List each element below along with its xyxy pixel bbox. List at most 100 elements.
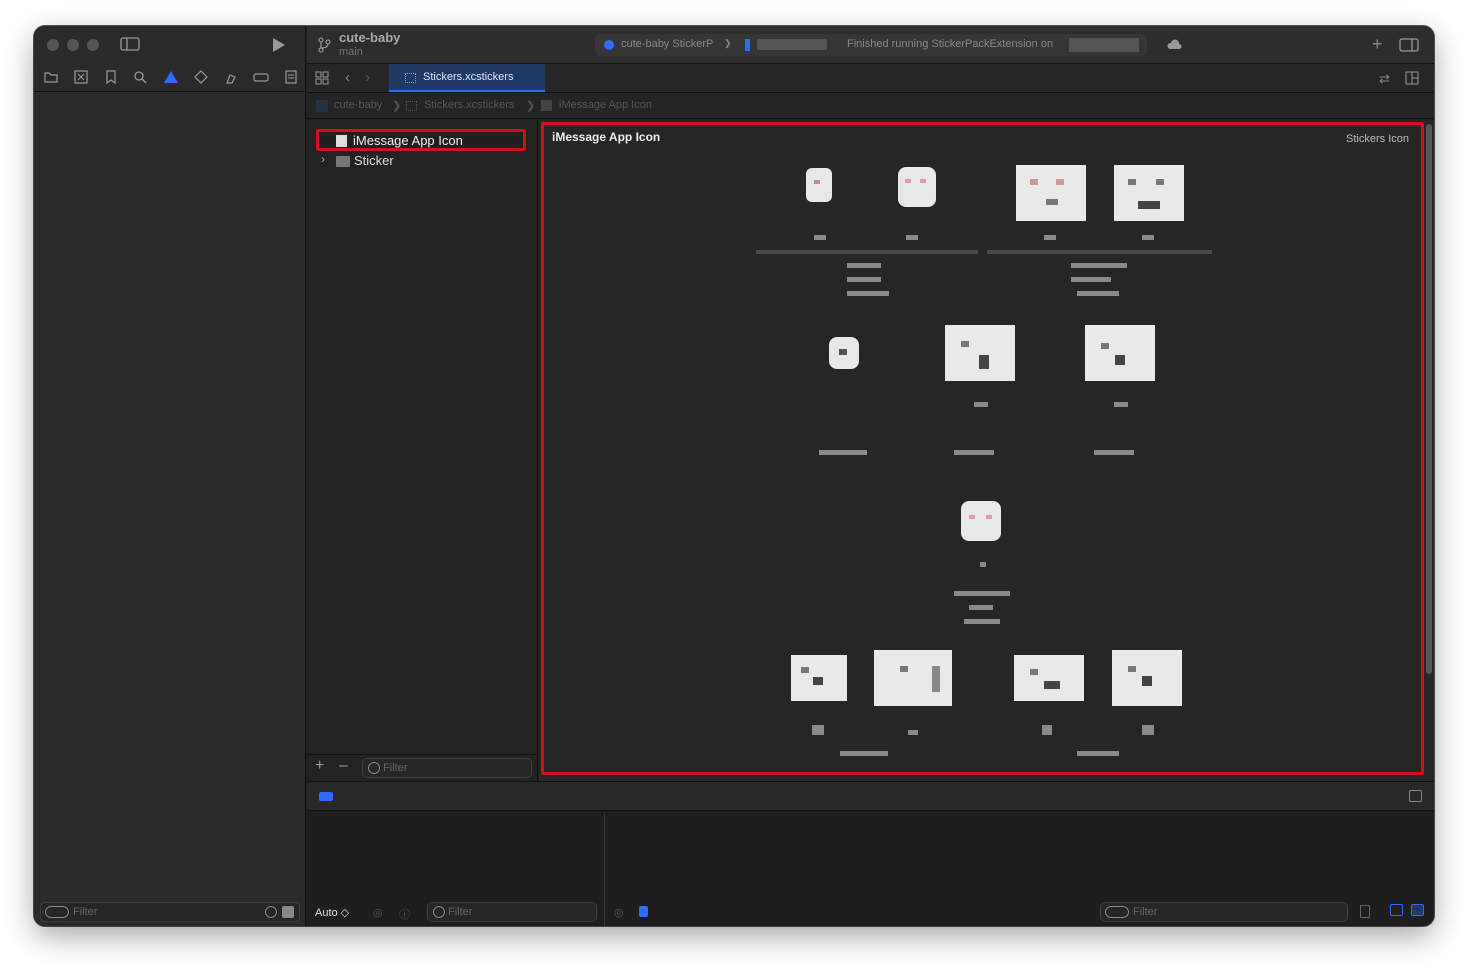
editor-scrollbar[interactable] (1426, 124, 1432, 674)
icon-slot[interactable] (1014, 655, 1084, 701)
outline-item-sticker[interactable]: › Sticker (319, 152, 529, 172)
recent-files-icon[interactable] (265, 906, 277, 918)
hide-debug-area-icon[interactable] (1409, 790, 1422, 802)
scheme-label[interactable]: cute-baby StickerP (621, 38, 713, 50)
variables-filter[interactable]: Filter (427, 902, 597, 922)
variables-view: Auto ◇ ◎ ⓘ Filter (307, 812, 605, 926)
disclosure-chevron-icon[interactable]: › (321, 152, 325, 166)
icon-slot[interactable] (892, 155, 942, 220)
info-icon[interactable]: ⓘ (399, 906, 410, 922)
project-icon (316, 100, 328, 112)
breakpoint-icon[interactable] (253, 70, 269, 87)
outline-footer: + – Filter (307, 754, 538, 781)
asset-catalog-icon (405, 73, 416, 83)
trash-icon[interactable] (1360, 905, 1370, 918)
image-set-title: iMessage App Icon (552, 130, 661, 144)
breadcrumb-catalog[interactable]: Stickers.xcstickers (424, 99, 514, 111)
icon-slot[interactable] (1114, 165, 1184, 221)
sidebar-toggle-icon[interactable] (120, 36, 140, 55)
app-icon-image-icon (336, 135, 347, 147)
icon-slot[interactable] (945, 325, 1015, 381)
minimize-window-button[interactable] (67, 39, 79, 51)
status-cloud-icon (1167, 38, 1183, 56)
activity-viewer[interactable]: cute-baby StickerP ❯ Finished running St… (595, 34, 1147, 56)
outline-item-imessage-app-icon[interactable]: iMessage App Icon (316, 129, 526, 151)
window-toolbar: cute-baby main cute-baby StickerP ❯ Fini… (307, 26, 1434, 64)
icon-slot[interactable] (799, 160, 839, 220)
filter-menu-icon[interactable] (1105, 906, 1129, 918)
variables-scope-selector[interactable]: Auto ◇ (315, 906, 349, 919)
device-icon (745, 39, 750, 51)
outline-filter[interactable]: Filter (362, 758, 532, 778)
breadcrumb: cute-baby ❯ Stickers.xcstickers ❯ iMessa… (307, 93, 1434, 119)
add-icon[interactable]: + (1372, 34, 1383, 55)
forward-chevron-icon[interactable]: › (365, 69, 370, 86)
device-name-redacted (757, 39, 827, 50)
breadcrumb-project[interactable]: cute-baby (334, 99, 382, 111)
breadcrumb-separator: ❯ (392, 100, 402, 112)
console-view: ◎ Filter (606, 812, 1434, 926)
console-eye-icon[interactable]: ◎ (614, 906, 624, 919)
icon-slot[interactable] (874, 650, 952, 706)
search-icon[interactable] (133, 70, 149, 87)
debug-area: Auto ◇ ◎ ⓘ Filter ◎ Filter (307, 812, 1434, 926)
icon-slot[interactable] (791, 655, 847, 701)
console-output-icon[interactable] (639, 906, 648, 917)
filter-icon (368, 762, 380, 774)
scheme-separator: ❯ (724, 38, 732, 48)
catalog-icon (406, 101, 417, 111)
outline-item-label: iMessage App Icon (353, 133, 463, 148)
asset-outline: iMessage App Icon › Sticker + – Filter (307, 120, 538, 781)
target-name-redacted (1069, 38, 1139, 52)
icon-slot[interactable] (1016, 165, 1086, 221)
branch-icon (317, 37, 331, 58)
grid-icon[interactable] (315, 71, 329, 90)
run-icon[interactable] (272, 37, 286, 58)
asset-canvas[interactable]: iMessage App Icon Stickers Icon (541, 122, 1424, 775)
console-filter[interactable]: Filter (1100, 902, 1348, 922)
filter-icon (433, 906, 445, 918)
show-variables-icon[interactable] (1390, 904, 1403, 916)
breakpoints-toggle-icon[interactable] (319, 792, 333, 801)
inspector-toggle-icon[interactable] (1399, 37, 1419, 58)
xcode-window: Filter cute-baby main cute-baby StickerP… (34, 26, 1434, 926)
debug-bar (307, 781, 1434, 811)
icon-slot[interactable] (824, 325, 864, 385)
report-icon[interactable] (283, 70, 299, 87)
folder-icon[interactable] (43, 70, 59, 87)
test-diamond-icon[interactable] (193, 70, 209, 87)
back-chevron-icon[interactable]: ‹ (345, 69, 350, 86)
branch-name: main (339, 46, 363, 58)
editor-tab-bar: ‹ › Stickers.xcstickers ⇄ (307, 64, 1434, 93)
tab-stickers-xcstickers[interactable]: Stickers.xcstickers (389, 64, 545, 92)
image-set-type: Stickers Icon (1346, 133, 1409, 145)
add-asset-icon[interactable]: + (315, 757, 324, 775)
folder-icon (336, 156, 350, 167)
outline-item-label: Sticker (354, 153, 394, 168)
filter-options-icon[interactable] (282, 906, 294, 918)
source-control-icon[interactable] (73, 70, 89, 87)
remove-asset-icon[interactable]: – (339, 757, 348, 775)
issue-warning-icon[interactable] (163, 70, 179, 87)
show-console-icon[interactable] (1411, 904, 1424, 916)
navigator-panel: Filter (34, 26, 306, 926)
asset-editor: iMessage App Icon Stickers Icon (539, 120, 1434, 781)
filter-menu-icon[interactable] (45, 906, 69, 918)
navigator-filter[interactable]: Filter (40, 902, 300, 922)
bookmark-icon[interactable] (103, 70, 119, 87)
breadcrumb-image-set[interactable]: iMessage App Icon (559, 99, 652, 111)
zoom-window-button[interactable] (87, 39, 99, 51)
eye-icon[interactable]: ◎ (373, 906, 383, 919)
icon-slot[interactable] (1112, 650, 1182, 706)
swap-icon[interactable]: ⇄ (1379, 71, 1390, 87)
navigator-selector-bar (34, 64, 306, 92)
debug-spray-icon[interactable] (223, 70, 239, 87)
close-window-button[interactable] (47, 39, 59, 51)
breadcrumb-separator: ❯ (526, 100, 536, 112)
project-name[interactable]: cute-baby (339, 30, 400, 45)
icon-slot[interactable] (1085, 325, 1155, 381)
console-filter-placeholder: Filter (1133, 906, 1158, 918)
icon-slot[interactable] (956, 487, 1006, 552)
tab-label: Stickers.xcstickers (423, 71, 514, 83)
split-editor-icon[interactable] (1405, 71, 1419, 90)
